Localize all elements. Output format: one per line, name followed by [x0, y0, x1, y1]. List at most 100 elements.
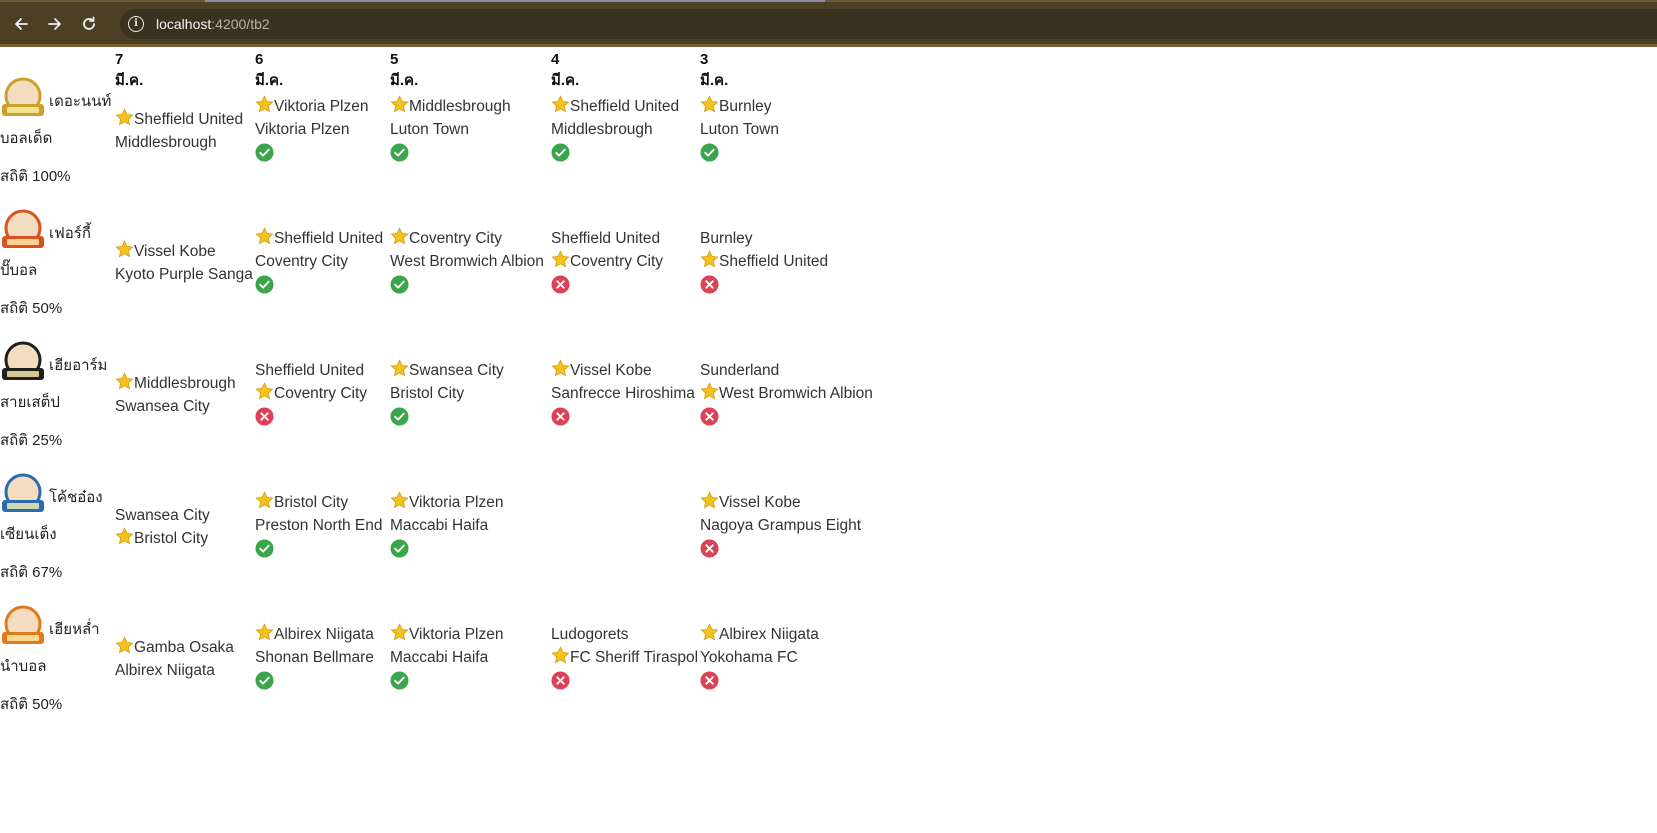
team-name: Viktoria Plzen — [274, 98, 369, 115]
pick-cell: Sheffield United Coventry City — [255, 227, 383, 294]
home-team: Bristol City — [255, 491, 383, 514]
url-text[interactable]: localhost:4200/tb2 — [156, 16, 270, 32]
team-name: Shonan Bellmare — [255, 649, 374, 666]
x-circle-icon — [551, 407, 570, 426]
home-team: Sheffield United — [115, 108, 243, 131]
pick-cell: Middlesbrough Swansea City — [115, 372, 236, 418]
check-circle-icon — [255, 143, 274, 162]
date-header: 4 มี.ค. — [551, 51, 580, 89]
pick-cell: Viktoria Plzen Maccabi Haifa — [390, 623, 503, 690]
team-name: Ludogorets — [551, 626, 629, 643]
team-name: Viktoria Plzen — [409, 626, 504, 643]
home-team: Vissel Kobe — [700, 491, 861, 514]
pick-cell: Viktoria Plzen Maccabi Haifa — [390, 491, 503, 558]
pick-cell: Burnley Luton Town — [700, 95, 779, 162]
star-icon — [115, 108, 134, 126]
team-name: Luton Town — [700, 121, 779, 138]
pick-cell: Coventry City West Bromwich Albion — [390, 227, 544, 294]
team-name: Coventry City — [570, 253, 664, 270]
home-team: Sheffield United — [551, 227, 663, 250]
away-team: Sanfrecce Hiroshima — [551, 382, 695, 405]
url-path: :4200/tb2 — [211, 16, 270, 32]
home-team: Ludogorets — [551, 623, 698, 646]
away-team: Luton Town — [390, 118, 511, 141]
team-name: Burnley — [700, 230, 753, 247]
x-circle-icon — [700, 407, 719, 426]
team-name: Swansea City — [409, 362, 504, 379]
address-bar[interactable]: i localhost:4200/tb2 — [120, 9, 1657, 39]
user-stat: สถิติ 67% — [0, 564, 63, 581]
home-team: Sheffield United — [255, 227, 383, 250]
pick-cell: Vissel Kobe Nagoya Grampus Eight — [700, 491, 861, 558]
pick-cell: Ludogorets FC Sheriff Tiraspol — [551, 623, 698, 690]
user-stat: สถิติ 100% — [0, 168, 71, 185]
away-team: Shonan Bellmare — [255, 646, 374, 669]
star-icon — [551, 646, 570, 664]
star-icon — [390, 227, 409, 245]
team-name: Luton Town — [390, 121, 469, 138]
team-name: West Bromwich Albion — [390, 253, 544, 270]
star-icon — [700, 623, 719, 641]
away-team: Coventry City — [255, 382, 367, 405]
away-team: Coventry City — [255, 250, 383, 273]
star-icon — [115, 636, 134, 654]
star-icon — [390, 623, 409, 641]
check-circle-icon — [700, 143, 719, 162]
forward-arrow-icon[interactable] — [42, 11, 68, 37]
team-name: Sheffield United — [274, 230, 384, 247]
star-icon — [700, 382, 719, 400]
star-icon — [115, 372, 134, 390]
star-icon — [255, 95, 274, 113]
team-name: Albirex Niigata — [719, 626, 819, 643]
home-team: Gamba Osaka — [115, 636, 234, 659]
star-icon — [255, 227, 274, 245]
site-info-icon[interactable]: i — [128, 16, 144, 32]
user-subtitle: เซียนเต็ง — [0, 526, 57, 543]
team-name: Bristol City — [274, 494, 349, 511]
url-host: localhost — [156, 16, 212, 32]
team-name: Vissel Kobe — [134, 243, 216, 260]
team-name: Middlesbrough — [115, 134, 217, 151]
star-icon — [551, 250, 570, 268]
star-icon — [551, 95, 570, 113]
check-circle-icon — [255, 671, 274, 690]
team-name: West Bromwich Albion — [719, 385, 873, 402]
check-circle-icon — [255, 275, 274, 294]
away-team: Sheffield United — [700, 250, 828, 273]
avatar-logo-icon — [2, 209, 44, 248]
user-subtitle: สายเสต็ป — [0, 394, 60, 411]
star-icon — [390, 359, 409, 377]
pick-cell: Vissel Kobe Kyoto Purple Sanga — [115, 240, 253, 286]
away-team: West Bromwich Albion — [700, 382, 873, 405]
team-name: Middlesbrough — [551, 121, 653, 138]
pick-cell: Sheffield United Middlesbrough — [551, 95, 679, 162]
user-row-header: เดอะนนท์ บอลเด็ด สถิติ 100% — [0, 77, 111, 197]
team-name: Bristol City — [134, 530, 209, 547]
star-icon — [700, 250, 719, 268]
home-team: Burnley — [700, 95, 779, 118]
team-name: Sheffield United — [719, 253, 829, 270]
home-team: Albirex Niigata — [255, 623, 374, 646]
reload-icon[interactable] — [76, 11, 102, 37]
pick-cell: Viktoria Plzen Viktoria Plzen — [255, 95, 368, 162]
user-name: เฮียหล่ำ — [49, 621, 100, 638]
away-team: Swansea City — [115, 395, 236, 418]
home-team: Middlesbrough — [390, 95, 511, 118]
pick-cell: Sunderland West Bromwich Albion — [700, 359, 873, 426]
home-team: Middlesbrough — [115, 372, 236, 395]
date-header: 6 มี.ค. — [255, 51, 284, 89]
date-header: 5 มี.ค. — [390, 51, 419, 89]
home-team: Sheffield United — [551, 95, 679, 118]
home-team: Swansea City — [115, 504, 210, 527]
tab-strip — [0, 0, 1657, 2]
team-name: Viktoria Plzen — [409, 494, 504, 511]
team-name: Vissel Kobe — [719, 494, 801, 511]
user-subtitle: ปั๊บอล — [0, 262, 38, 279]
user-stat: สถิติ 50% — [0, 696, 63, 713]
back-arrow-icon[interactable] — [8, 11, 34, 37]
team-name: Middlesbrough — [409, 98, 511, 115]
team-name: Swansea City — [115, 398, 210, 415]
pick-cell: Middlesbrough Luton Town — [390, 95, 511, 162]
home-team: Sheffield United — [255, 359, 367, 382]
avatar-logo-icon — [2, 605, 44, 644]
